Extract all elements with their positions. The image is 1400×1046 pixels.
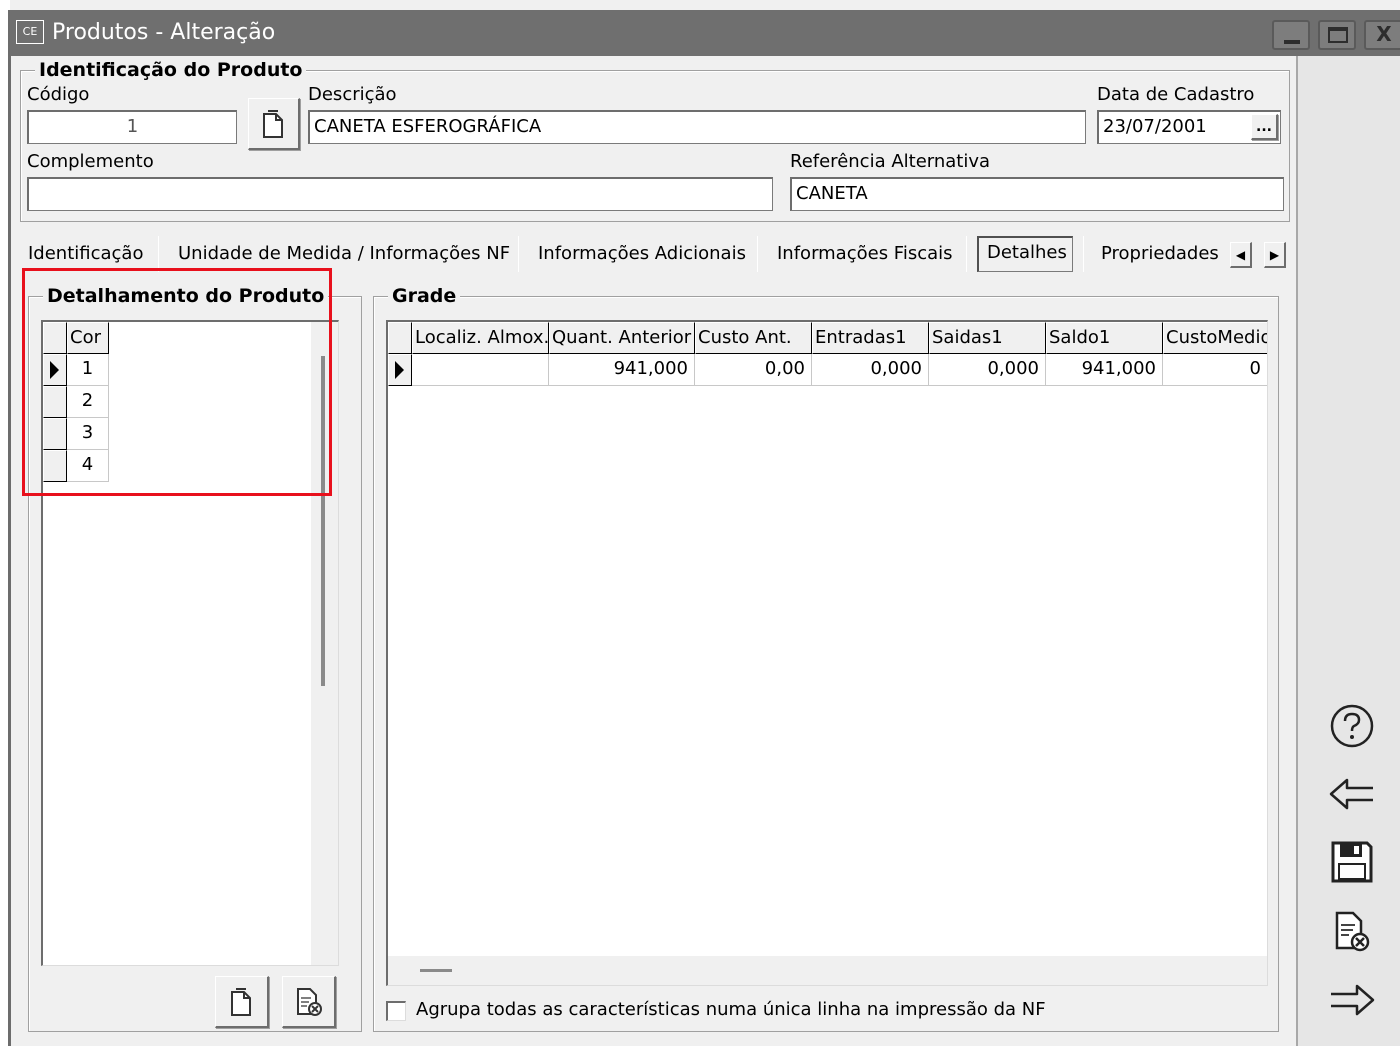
scrollbar-thumb[interactable]: [420, 969, 452, 972]
grade-column-header[interactable]: Custo Ant.: [695, 322, 812, 354]
save-icon: [1331, 841, 1373, 883]
tab-separator: [966, 236, 967, 272]
highlight-box: [22, 268, 332, 496]
detail-copy-button[interactable]: [215, 976, 269, 1028]
grade-column-header[interactable]: CustoMedio: [1163, 322, 1267, 354]
grade-column-header[interactable]: Quant. Anterior: [549, 322, 695, 354]
tab-scroll-left-button[interactable]: ◀: [1230, 242, 1252, 268]
grade-cell[interactable]: 0,000: [929, 354, 1046, 386]
agrupa-caracteristicas-label: Agrupa todas as características numa úni…: [416, 999, 1046, 1020]
complemento-field[interactable]: [27, 177, 773, 211]
app-icon: CE: [16, 20, 44, 44]
grid-corner: [388, 322, 412, 354]
grade-cell[interactable]: 941,000: [549, 354, 695, 386]
arrow-left-icon: ◀: [1235, 248, 1246, 262]
grade-column-header[interactable]: Localiz. Almox.: [412, 322, 549, 354]
tab-detalhes[interactable]: Detalhes: [977, 236, 1073, 272]
referencia-label: Referência Alternativa: [790, 151, 991, 172]
tab-separator: [158, 236, 159, 272]
title-bar[interactable]: CE Produtos - Alteração X: [10, 10, 1400, 56]
tab-propriedades[interactable]: Propriedades: [1093, 236, 1227, 272]
grade-cell[interactable]: 0,00: [695, 354, 812, 386]
grade-column-header[interactable]: Entradas1: [812, 322, 929, 354]
horizontal-scrollbar[interactable]: [388, 956, 1267, 985]
data-cadastro-label: Data de Cadastro: [1097, 84, 1255, 105]
copy-icon: [230, 987, 251, 1016]
descricao-label: Descrição: [308, 84, 397, 105]
grade-cell[interactable]: 0,000: [812, 354, 929, 386]
current-row-pointer-icon: [395, 361, 404, 379]
complemento-label: Complemento: [27, 151, 154, 172]
grade-grid[interactable]: Localiz. Almox. Quant. Anterior Custo An…: [386, 320, 1268, 986]
maximize-icon: [1328, 27, 1348, 43]
maximize-button[interactable]: [1318, 20, 1356, 50]
row-indicator[interactable]: [388, 354, 412, 386]
copy-icon: [262, 109, 283, 138]
codigo-label: Código: [27, 84, 90, 105]
cancel-document-icon: [1335, 911, 1370, 952]
group-legend: Grade: [388, 285, 461, 307]
tab-scroll-right-button[interactable]: ▶: [1264, 242, 1286, 268]
delete-document-icon: [296, 987, 322, 1016]
tab-informacoes-adicionais[interactable]: Informações Adicionais: [530, 236, 754, 272]
ellipsis-icon: ...: [1256, 118, 1272, 135]
group-legend: Identificação do Produto: [35, 59, 307, 81]
product-edit-window: CE Produtos - Alteração X Identificação …: [0, 0, 1400, 1046]
tab-separator: [757, 236, 758, 272]
window-title: Produtos - Alteração: [52, 20, 276, 45]
forward-button[interactable]: [1328, 976, 1376, 1024]
forward-arrow-icon: [1331, 984, 1375, 1016]
help-icon: [1330, 704, 1374, 748]
cancel-button[interactable]: [1328, 908, 1376, 956]
detail-delete-button[interactable]: [282, 976, 336, 1028]
copy-product-button[interactable]: [248, 98, 300, 150]
descricao-field[interactable]: CANETA ESFEROGRÁFICA: [308, 110, 1086, 144]
tab-unidade-medida[interactable]: Unidade de Medida / Informações NF: [170, 236, 518, 272]
codigo-field[interactable]: 1: [27, 110, 237, 144]
grade-cell[interactable]: 941,000: [1046, 354, 1163, 386]
grade-cell[interactable]: 0: [1163, 354, 1267, 386]
arrow-right-icon: ▶: [1269, 248, 1280, 262]
agrupa-caracteristicas-checkbox[interactable]: [386, 1001, 406, 1021]
tab-identificacao[interactable]: Identificação: [20, 236, 151, 272]
back-button[interactable]: [1328, 770, 1376, 818]
grade-cell[interactable]: [412, 354, 549, 386]
tab-separator: [1083, 236, 1084, 272]
help-button[interactable]: [1328, 702, 1376, 750]
minimize-button[interactable]: [1272, 20, 1310, 50]
grade-column-header[interactable]: Saldo1: [1046, 322, 1163, 354]
save-button[interactable]: [1328, 838, 1376, 886]
referencia-field[interactable]: CANETA: [790, 177, 1284, 211]
minimize-icon: [1284, 40, 1300, 44]
grade-column-header[interactable]: Saidas1: [929, 322, 1046, 354]
tab-informacoes-fiscais[interactable]: Informações Fiscais: [769, 236, 961, 272]
data-cadastro-value: 23/07/2001: [1103, 116, 1207, 137]
date-picker-button[interactable]: ...: [1251, 114, 1278, 140]
back-arrow-icon: [1329, 778, 1373, 810]
left-border-line: [8, 10, 11, 1046]
action-sidebar: [1296, 56, 1400, 1046]
close-button[interactable]: X: [1364, 20, 1400, 50]
close-icon: X: [1376, 22, 1392, 46]
tab-separator: [518, 236, 519, 272]
